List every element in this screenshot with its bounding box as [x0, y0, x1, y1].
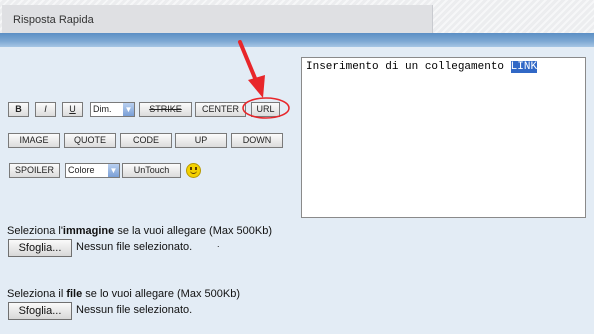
pointer-arrow-shaft: [238, 40, 259, 85]
url-highlight-ellipse: [242, 97, 290, 119]
annotation-overlay: [238, 40, 290, 119]
pointer-arrow-head: [248, 75, 265, 98]
